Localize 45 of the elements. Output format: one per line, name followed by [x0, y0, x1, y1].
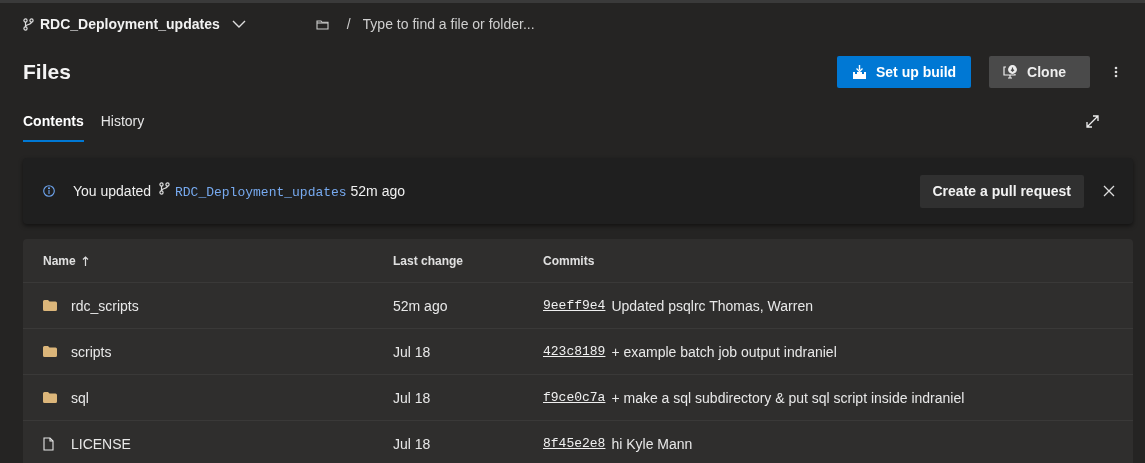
last-change-text: Jul 18 — [393, 343, 431, 360]
tab[interactable]: History — [100, 113, 145, 142]
file-search-field[interactable]: Type to find a file or folder... — [362, 16, 623, 32]
monitor-download-icon — [1003, 65, 1019, 79]
last-change-text: Jul 18 — [393, 389, 431, 406]
info-icon — [43, 185, 55, 197]
set-up-build-button[interactable]: Set up build — [837, 56, 972, 88]
expand-icon[interactable] — [1086, 115, 1099, 128]
commit-link[interactable]: f9ce0c7a — [543, 390, 606, 405]
column-header[interactable]: Last change — [393, 253, 464, 268]
commit-link[interactable]: 9eeff9e4 — [543, 298, 606, 313]
last-change-text: Jul 18 — [393, 435, 431, 452]
tab[interactable]: Contents — [23, 113, 84, 142]
commit-message: hi Kyle Mann — [611, 435, 693, 452]
folder-icon — [43, 300, 57, 311]
column-header[interactable]: Commits — [543, 253, 595, 268]
last-change-text: 52m ago — [393, 297, 448, 314]
branch-icon — [23, 17, 34, 31]
folder-name[interactable]: sql — [71, 389, 89, 406]
commit-message: Updated psqlrc Thomas, Warren — [611, 297, 813, 314]
branch-selector[interactable]: RDC_Deployment_updates — [23, 16, 246, 32]
folder-name[interactable]: scripts — [71, 343, 112, 360]
commit-link[interactable]: 423c8189 — [543, 344, 606, 359]
file-icon — [43, 436, 54, 451]
update-message: You updated RDC_Deployment_updates 52m ago — [73, 182, 407, 200]
more-options-icon[interactable] — [1114, 66, 1118, 78]
branch-link[interactable]: RDC_Deployment_updates — [175, 185, 347, 200]
page-title: Files — [23, 60, 72, 84]
commit-message: + example batch job output indraniel — [611, 343, 837, 360]
clone-button[interactable]: Clone — [989, 56, 1090, 88]
commit-message: + make a sql subdirectory & put sql script inside indraniel — [611, 389, 965, 406]
sort-ascending-icon — [81, 255, 89, 266]
branch-icon — [159, 182, 170, 195]
commit-link[interactable]: 8f45e2e8 — [543, 436, 606, 451]
folder-icon — [43, 346, 57, 357]
folder-icon — [43, 392, 57, 403]
create-pull-request-button[interactable]: Create a pull request — [919, 174, 1084, 208]
path-separator: / — [346, 16, 351, 32]
column-header[interactable]: Name — [43, 253, 76, 268]
build-icon — [852, 65, 867, 79]
folder-icon — [315, 18, 329, 30]
file-name[interactable]: LICENSE — [71, 435, 131, 452]
chevron-down-icon — [231, 20, 246, 28]
close-icon[interactable] — [1103, 185, 1115, 197]
folder-name[interactable]: rdc_scripts — [71, 297, 139, 314]
